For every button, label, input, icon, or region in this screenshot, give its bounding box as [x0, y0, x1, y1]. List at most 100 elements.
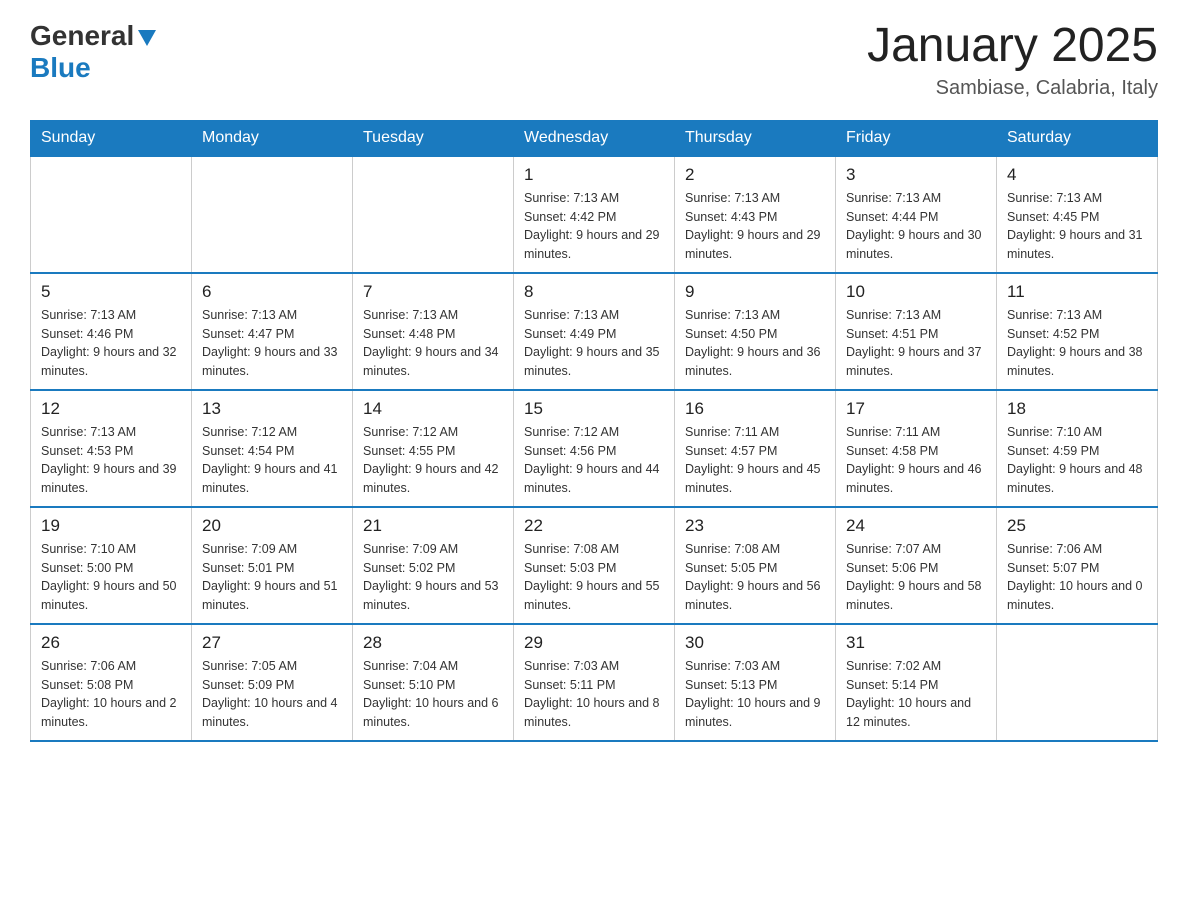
day-number: 18 — [1007, 399, 1147, 419]
calendar-cell: 6 Sunrise: 7:13 AM Sunset: 4:47 PM Daylig… — [192, 273, 353, 390]
calendar-cell: 10 Sunrise: 7:13 AM Sunset: 4:51 PM Dayli… — [836, 273, 997, 390]
calendar-cell: 17Sunrise: 7:11 AM Sunset: 4:58 PM Dayli… — [836, 390, 997, 507]
day-number: 31 — [846, 633, 986, 653]
calendar-cell: 27 Sunrise: 7:05 AM Sunset: 5:09 PM Dayli… — [192, 624, 353, 741]
logo: General Blue — [30, 20, 158, 84]
day-number: 22 — [524, 516, 664, 536]
day-number: 24 — [846, 516, 986, 536]
weekday-header: Tuesday — [353, 120, 514, 156]
day-number: 1 — [524, 165, 664, 185]
day-info: Sunrise: 7:06 AM Sunset: 5:07 PM Dayligh… — [1007, 540, 1147, 615]
day-info: Sunrise: 7:13 AM Sunset: 4:51 PM Dayligh… — [846, 306, 986, 381]
calendar-cell: 20Sunrise: 7:09 AM Sunset: 5:01 PM Dayli… — [192, 507, 353, 624]
day-info: Sunrise: 7:13 AM Sunset: 4:47 PM Dayligh… — [202, 306, 342, 381]
day-number: 14 — [363, 399, 503, 419]
day-number: 17 — [846, 399, 986, 419]
calendar-cell: 11Sunrise: 7:13 AM Sunset: 4:52 PM Dayli… — [997, 273, 1158, 390]
calendar-cell: 21 Sunrise: 7:09 AM Sunset: 5:02 PM Dayli… — [353, 507, 514, 624]
logo-blue-text: Blue — [30, 52, 158, 84]
calendar-cell: 13 Sunrise: 7:12 AM Sunset: 4:54 PM Dayli… — [192, 390, 353, 507]
day-number: 26 — [41, 633, 181, 653]
calendar-cell: 8Sunrise: 7:13 AM Sunset: 4:49 PM Daylig… — [514, 273, 675, 390]
day-info: Sunrise: 7:13 AM Sunset: 4:42 PM Dayligh… — [524, 189, 664, 264]
day-number: 16 — [685, 399, 825, 419]
day-info: Sunrise: 7:08 AM Sunset: 5:05 PM Dayligh… — [685, 540, 825, 615]
calendar-cell: 9 Sunrise: 7:13 AM Sunset: 4:50 PM Daylig… — [675, 273, 836, 390]
day-info: Sunrise: 7:08 AM Sunset: 5:03 PM Dayligh… — [524, 540, 664, 615]
day-info: Sunrise: 7:03 AM Sunset: 5:13 PM Dayligh… — [685, 657, 825, 732]
calendar-cell: 3 Sunrise: 7:13 AM Sunset: 4:44 PM Daylig… — [836, 156, 997, 273]
day-number: 3 — [846, 165, 986, 185]
day-info: Sunrise: 7:05 AM Sunset: 5:09 PM Dayligh… — [202, 657, 342, 732]
weekday-header: Wednesday — [514, 120, 675, 156]
calendar-cell: 16 Sunrise: 7:11 AM Sunset: 4:57 PM Dayli… — [675, 390, 836, 507]
calendar-cell — [31, 156, 192, 273]
day-info: Sunrise: 7:11 AM Sunset: 4:57 PM Dayligh… — [685, 423, 825, 498]
day-number: 20 — [202, 516, 342, 536]
day-number: 9 — [685, 282, 825, 302]
calendar-cell: 15Sunrise: 7:12 AM Sunset: 4:56 PM Dayli… — [514, 390, 675, 507]
calendar-cell: 18 Sunrise: 7:10 AM Sunset: 4:59 PM Dayli… — [997, 390, 1158, 507]
day-number: 7 — [363, 282, 503, 302]
day-number: 6 — [202, 282, 342, 302]
day-info: Sunrise: 7:04 AM Sunset: 5:10 PM Dayligh… — [363, 657, 503, 732]
day-number: 10 — [846, 282, 986, 302]
calendar-week-row: 26Sunrise: 7:06 AM Sunset: 5:08 PM Dayli… — [31, 624, 1158, 741]
calendar-cell: 24 Sunrise: 7:07 AM Sunset: 5:06 PM Dayli… — [836, 507, 997, 624]
month-title: January 2025 — [867, 20, 1158, 73]
day-number: 4 — [1007, 165, 1147, 185]
day-info: Sunrise: 7:10 AM Sunset: 4:59 PM Dayligh… — [1007, 423, 1147, 498]
day-number: 23 — [685, 516, 825, 536]
calendar-week-row: 19Sunrise: 7:10 AM Sunset: 5:00 PM Dayli… — [31, 507, 1158, 624]
calendar-cell — [997, 624, 1158, 741]
day-number: 13 — [202, 399, 342, 419]
day-number: 25 — [1007, 516, 1147, 536]
weekday-header: Saturday — [997, 120, 1158, 156]
day-info: Sunrise: 7:13 AM Sunset: 4:48 PM Dayligh… — [363, 306, 503, 381]
day-number: 21 — [363, 516, 503, 536]
calendar-cell: 14 Sunrise: 7:12 AM Sunset: 4:55 PM Dayli… — [353, 390, 514, 507]
calendar-cell: 4Sunrise: 7:13 AM Sunset: 4:45 PM Daylig… — [997, 156, 1158, 273]
calendar-cell: 1 Sunrise: 7:13 AM Sunset: 4:42 PM Daylig… — [514, 156, 675, 273]
day-info: Sunrise: 7:12 AM Sunset: 4:55 PM Dayligh… — [363, 423, 503, 498]
calendar-cell: 29Sunrise: 7:03 AM Sunset: 5:11 PM Dayli… — [514, 624, 675, 741]
day-info: Sunrise: 7:13 AM Sunset: 4:50 PM Dayligh… — [685, 306, 825, 381]
calendar-cell: 12 Sunrise: 7:13 AM Sunset: 4:53 PM Dayli… — [31, 390, 192, 507]
calendar-cell: 22 Sunrise: 7:08 AM Sunset: 5:03 PM Dayli… — [514, 507, 675, 624]
day-info: Sunrise: 7:09 AM Sunset: 5:02 PM Dayligh… — [363, 540, 503, 615]
calendar-week-row: 1 Sunrise: 7:13 AM Sunset: 4:42 PM Daylig… — [31, 156, 1158, 273]
weekday-header: Thursday — [675, 120, 836, 156]
calendar-week-row: 12 Sunrise: 7:13 AM Sunset: 4:53 PM Dayli… — [31, 390, 1158, 507]
day-info: Sunrise: 7:02 AM Sunset: 5:14 PM Dayligh… — [846, 657, 986, 732]
day-info: Sunrise: 7:13 AM Sunset: 4:53 PM Dayligh… — [41, 423, 181, 498]
day-number: 12 — [41, 399, 181, 419]
weekday-header: Friday — [836, 120, 997, 156]
weekday-header: Monday — [192, 120, 353, 156]
title-area: January 2025 Sambiase, Calabria, Italy — [867, 20, 1158, 100]
calendar-cell: 31 Sunrise: 7:02 AM Sunset: 5:14 PM Dayli… — [836, 624, 997, 741]
calendar-cell: 28Sunrise: 7:04 AM Sunset: 5:10 PM Dayli… — [353, 624, 514, 741]
calendar-cell: 19Sunrise: 7:10 AM Sunset: 5:00 PM Dayli… — [31, 507, 192, 624]
day-number: 2 — [685, 165, 825, 185]
calendar-cell: 30 Sunrise: 7:03 AM Sunset: 5:13 PM Dayli… — [675, 624, 836, 741]
calendar-cell — [192, 156, 353, 273]
calendar-cell: 26Sunrise: 7:06 AM Sunset: 5:08 PM Dayli… — [31, 624, 192, 741]
calendar-cell: 2Sunrise: 7:13 AM Sunset: 4:43 PM Daylig… — [675, 156, 836, 273]
calendar-header-row: SundayMondayTuesdayWednesdayThursdayFrid… — [31, 120, 1158, 156]
day-info: Sunrise: 7:12 AM Sunset: 4:56 PM Dayligh… — [524, 423, 664, 498]
calendar-table: SundayMondayTuesdayWednesdayThursdayFrid… — [30, 120, 1158, 742]
day-info: Sunrise: 7:12 AM Sunset: 4:54 PM Dayligh… — [202, 423, 342, 498]
day-info: Sunrise: 7:13 AM Sunset: 4:46 PM Dayligh… — [41, 306, 181, 381]
page-header: General Blue January 2025 Sambiase, Cala… — [30, 20, 1158, 100]
calendar-cell: 5 Sunrise: 7:13 AM Sunset: 4:46 PM Daylig… — [31, 273, 192, 390]
calendar-cell: 23 Sunrise: 7:08 AM Sunset: 5:05 PM Dayli… — [675, 507, 836, 624]
day-number: 5 — [41, 282, 181, 302]
calendar-week-row: 5 Sunrise: 7:13 AM Sunset: 4:46 PM Daylig… — [31, 273, 1158, 390]
day-info: Sunrise: 7:13 AM Sunset: 4:44 PM Dayligh… — [846, 189, 986, 264]
day-number: 11 — [1007, 282, 1147, 302]
day-info: Sunrise: 7:07 AM Sunset: 5:06 PM Dayligh… — [846, 540, 986, 615]
logo-general-text: General — [30, 20, 134, 52]
day-number: 27 — [202, 633, 342, 653]
day-number: 30 — [685, 633, 825, 653]
day-info: Sunrise: 7:13 AM Sunset: 4:49 PM Dayligh… — [524, 306, 664, 381]
